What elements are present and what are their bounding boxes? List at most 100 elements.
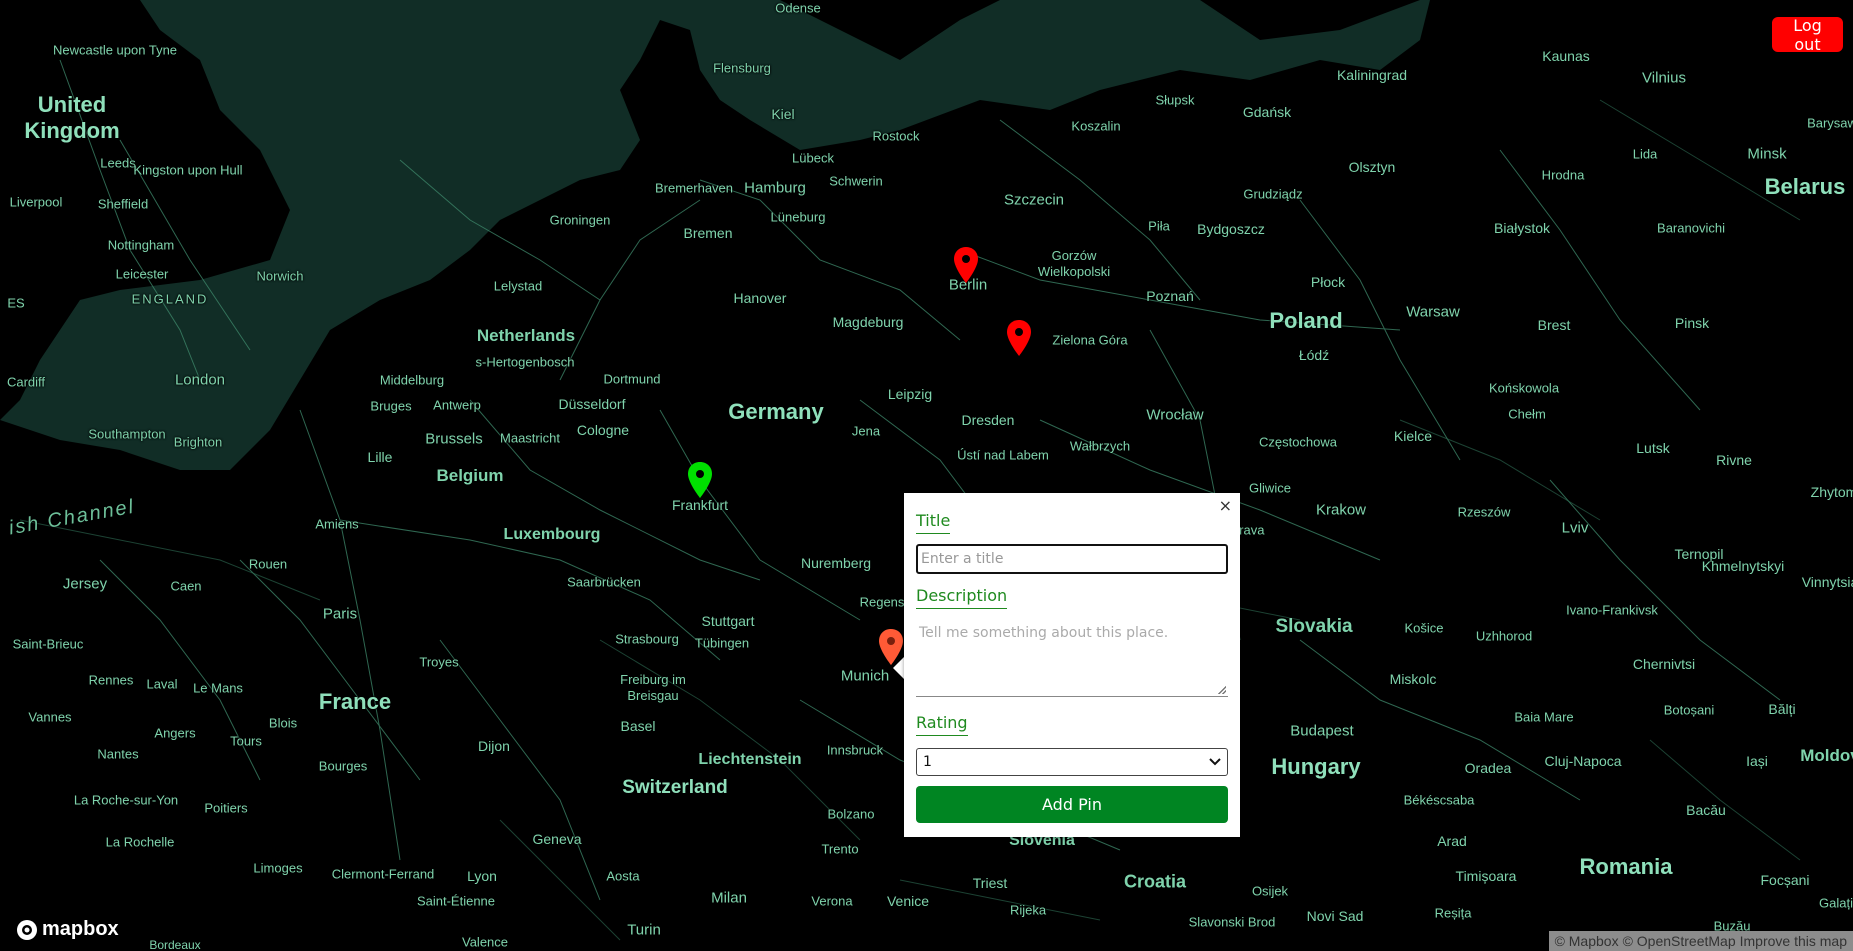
map-label-norwich: Norwich — [256, 268, 304, 284]
map-label-hanover: Hanover — [733, 290, 787, 306]
map-label-odense: Odense — [775, 0, 821, 16]
map-label-balti: Bălți — [1768, 701, 1796, 717]
map-label-usti: Ústí nad Labem — [957, 447, 1049, 463]
map-label-trento: Trento — [821, 841, 859, 857]
map-label-aosta: Aosta — [606, 868, 640, 884]
map-label-czestochowa: Częstochowa — [1258, 434, 1338, 450]
map-label-kielce: Kielce — [1393, 428, 1433, 444]
map-label-bydgoszcz: Bydgoszcz — [1197, 221, 1265, 237]
map-label-leicester: Leicester — [115, 266, 169, 282]
description-label: Description — [916, 586, 1008, 609]
map-label-lutsk: Lutsk — [1636, 440, 1670, 456]
map-label-nuremberg: Nuremberg — [800, 555, 872, 571]
map-label-geneva: Geneva — [532, 831, 582, 847]
map-label-moldova: Moldov — [1800, 746, 1853, 765]
map-label-magdeburg: Magdeburg — [832, 314, 904, 330]
map-label-verona: Verona — [811, 893, 853, 909]
title-placeholder: Enter a title — [921, 551, 1004, 567]
berlin-marker-icon[interactable] — [954, 247, 978, 283]
map-label-bekescsaba: Békéscsaba — [1403, 792, 1475, 808]
map-label-venice: Venice — [886, 893, 930, 909]
frankfurt-marker-icon[interactable] — [688, 462, 712, 498]
rating-value: 1 — [923, 754, 932, 770]
title-input[interactable]: Enter a title — [916, 544, 1228, 574]
add-pin-button[interactable]: Add Pin — [916, 786, 1228, 823]
map-label-miskolc: Miskolc — [1389, 671, 1437, 687]
map-label-luxembourg: Luxembourg — [503, 526, 601, 543]
map-label-ivano: Ivano-Frankivsk — [1566, 602, 1658, 618]
map-label-poznan: Poznań — [1146, 288, 1194, 304]
map-label-osijek: Osijek — [1251, 883, 1289, 899]
map-label-turin: Turin — [627, 921, 661, 939]
map-label-newcastle: Newcastle upon Tyne — [52, 42, 178, 58]
map-label-lille: Lille — [367, 449, 393, 465]
map-label-cologne: Cologne — [576, 422, 630, 438]
map-label-baranovichi: Baranovichi — [1657, 220, 1725, 236]
map-label-cardiff: Cardiff — [6, 374, 46, 390]
map-label-pinsk: Pinsk — [1674, 315, 1710, 331]
map-label-plock: Płock — [1310, 274, 1346, 290]
attribution-osm-link[interactable]: © OpenStreetMap — [1623, 933, 1736, 949]
map-label-leeds: Leeds — [100, 155, 136, 171]
map-label-vilnius: Vilnius — [1642, 69, 1686, 87]
map-label-bruges: Bruges — [370, 398, 412, 414]
title-label: Title — [916, 511, 951, 534]
map-label-barysaw: Barysaw — [1807, 115, 1853, 131]
description-textarea[interactable]: Tell me something about this place. — [916, 615, 1228, 697]
mapbox-logo[interactable]: mapbox — [16, 918, 119, 941]
map-label-lodz: Łódź — [1298, 347, 1330, 363]
map-label-gliwice: Gliwice — [1249, 480, 1291, 496]
map-label-koszalin: Koszalin — [1071, 118, 1121, 134]
map-label-troyes: Troyes — [419, 654, 459, 670]
map-label-la-roche: La Roche-sur-Yon — [73, 792, 179, 808]
map-label-iasi: Iași — [1746, 753, 1768, 769]
chevron-down-icon — [1209, 758, 1221, 766]
map-label-slupsk: Słupsk — [1155, 92, 1195, 108]
map-label-antwerp: Antwerp — [433, 397, 481, 413]
map-label-netherlands: Netherlands — [476, 326, 576, 345]
map-label-bourges: Bourges — [318, 758, 368, 774]
resize-grip-icon[interactable] — [1218, 686, 1226, 694]
attribution-mapbox-link[interactable]: © Mapbox — [1555, 933, 1619, 949]
map-label-switzerland: Switzerland — [622, 777, 728, 798]
map-label-romania: Romania — [1579, 854, 1673, 879]
map-label-zielona-gora: Zielona Góra — [1052, 332, 1128, 348]
map-label-hamburg: Hamburg — [744, 179, 806, 197]
logout-button[interactable]: Log out — [1772, 16, 1843, 54]
map-label-amiens: Amiens — [315, 516, 359, 532]
map-label-baia-mare: Baia Mare — [1514, 709, 1574, 725]
rating-select[interactable]: 1 — [916, 748, 1228, 776]
map-label-maastricht: Maastricht — [500, 430, 560, 446]
map-label-uzhhorod: Uzhhorod — [1475, 628, 1533, 644]
map-label-lida: Lida — [1632, 146, 1658, 162]
attribution-improve-link[interactable]: Improve this map — [1740, 933, 1847, 949]
map-label-london: London — [174, 371, 226, 389]
map-label-rivne: Rivne — [1716, 452, 1752, 468]
map-label-dresden: Dresden — [961, 412, 1015, 428]
map-label-resita: Reșița — [1434, 905, 1472, 921]
map-label-es: ES — [7, 295, 25, 311]
map-label-arad: Arad — [1437, 833, 1467, 849]
map-label-khmelnytskyi: Khmelnytskyi — [1701, 558, 1785, 574]
map-label-bialystok: Białystok — [1493, 220, 1551, 236]
map-label-clermont: Clermont-Ferrand — [331, 866, 435, 882]
map-label-belarus: Belarus — [1764, 174, 1846, 199]
map-label-lviv: Lviv — [1561, 519, 1589, 537]
map-label-lubeck: Lübeck — [792, 150, 834, 166]
map-attribution: © Mapbox © OpenStreetMap Improve this ma… — [1548, 931, 1853, 951]
map-label-angers: Angers — [154, 725, 196, 741]
close-icon[interactable]: × — [1219, 497, 1232, 515]
description-placeholder: Tell me something about this place. — [919, 625, 1169, 641]
map-label-kosice: Košice — [1404, 620, 1444, 636]
map-label-vannes: Vannes — [28, 709, 72, 725]
map-label-slavonski: Slavonski Brod — [1188, 914, 1276, 930]
map-label-freiburg: Freiburg im Breisgau — [620, 672, 686, 703]
map-label-middelburg: Middelburg — [379, 372, 445, 388]
map-label-schwerin: Schwerin — [829, 173, 883, 189]
map-label-focsani: Focșani — [1760, 872, 1810, 888]
map-label-munich: Munich — [840, 667, 890, 685]
map-label-flensburg: Flensburg — [713, 60, 771, 76]
map-label-minsk: Minsk — [1747, 145, 1787, 163]
zielona-gora-marker-icon[interactable] — [1007, 320, 1031, 356]
map-label-england: ENGLAND — [131, 291, 209, 307]
